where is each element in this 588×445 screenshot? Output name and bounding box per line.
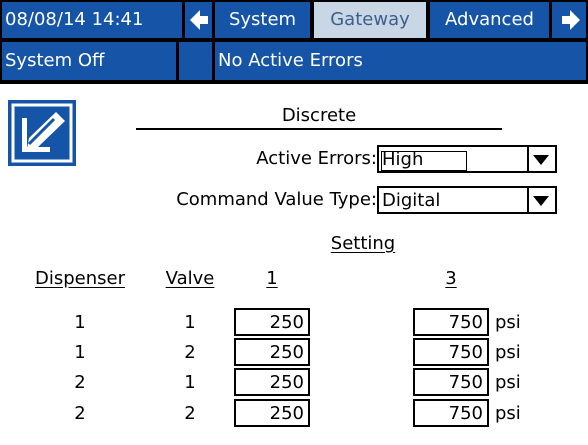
status-indicator [179,42,212,80]
valve-cell: 1 [184,312,196,333]
setting-1-input[interactable]: 250 [234,308,310,336]
setting-1-value: 250 [269,403,304,424]
setting-1-value: 250 [269,342,304,363]
unit-label: psi [495,312,521,333]
setting-3-input[interactable]: 750 [413,368,489,396]
table-row: 1 2 250 750 psi [0,338,588,368]
setting-1-input[interactable]: 250 [234,338,310,366]
tab-advanced[interactable]: Advanced [430,2,549,38]
active-errors-value: High [382,149,424,170]
column-header-valve: Valve [165,268,215,289]
command-value-type-label: Command Value Type: [176,189,377,210]
setting-3-input[interactable]: 750 [413,399,489,427]
valve-cell: 1 [184,372,196,393]
dispenser-cell: 1 [74,342,86,363]
setting-3-value: 750 [448,312,483,333]
table-row: 1 1 250 750 psi [0,308,588,338]
unit-label: psi [495,342,521,363]
chevron-down-icon [527,188,555,212]
setting-1-value: 250 [269,312,304,333]
arrow-right-icon [562,10,580,30]
setting-1-input[interactable]: 250 [234,399,310,427]
column-header-setting-1: 1 [266,268,278,289]
dispenser-cell: 1 [74,312,86,333]
column-header-dispenser: Dispenser [35,268,125,289]
dispenser-cell: 2 [74,403,86,424]
unit-label: psi [495,372,521,393]
arrow-left-icon [190,10,208,30]
command-value-type-value: Digital [382,190,441,211]
unit-label: psi [495,403,521,424]
tab-system[interactable]: System [215,2,310,38]
setting-header: Setting [330,233,396,254]
table-row: 2 1 250 750 psi [0,368,588,398]
setting-3-input[interactable]: 750 [413,308,489,336]
column-header-setting-3: 3 [445,268,457,289]
title-divider [136,128,502,130]
active-errors-label: Active Errors: [256,148,377,169]
tab-gateway[interactable]: Gateway [314,2,426,38]
table-row: 2 2 250 750 psi [0,399,588,429]
valve-cell: 2 [184,342,196,363]
command-value-type-select[interactable]: Digital [377,186,557,214]
dispenser-cell: 2 [74,372,86,393]
active-errors-select[interactable]: High [377,145,557,173]
setting-1-value: 250 [269,372,304,393]
system-status: System Off [2,42,176,80]
section-title: Discrete [281,105,357,126]
edit-button[interactable] [8,100,76,166]
setting-3-value: 750 [448,403,483,424]
valve-cell: 2 [184,403,196,424]
forward-button[interactable] [552,2,586,38]
back-button[interactable] [185,2,212,38]
setting-1-input[interactable]: 250 [234,368,310,396]
chevron-down-icon [527,147,555,171]
setting-3-value: 750 [448,372,483,393]
error-status: No Active Errors [215,42,586,80]
datetime-display: 08/08/14 14:41 [2,2,182,38]
edit-icon [11,103,73,163]
setting-3-input[interactable]: 750 [413,338,489,366]
setting-3-value: 750 [448,342,483,363]
